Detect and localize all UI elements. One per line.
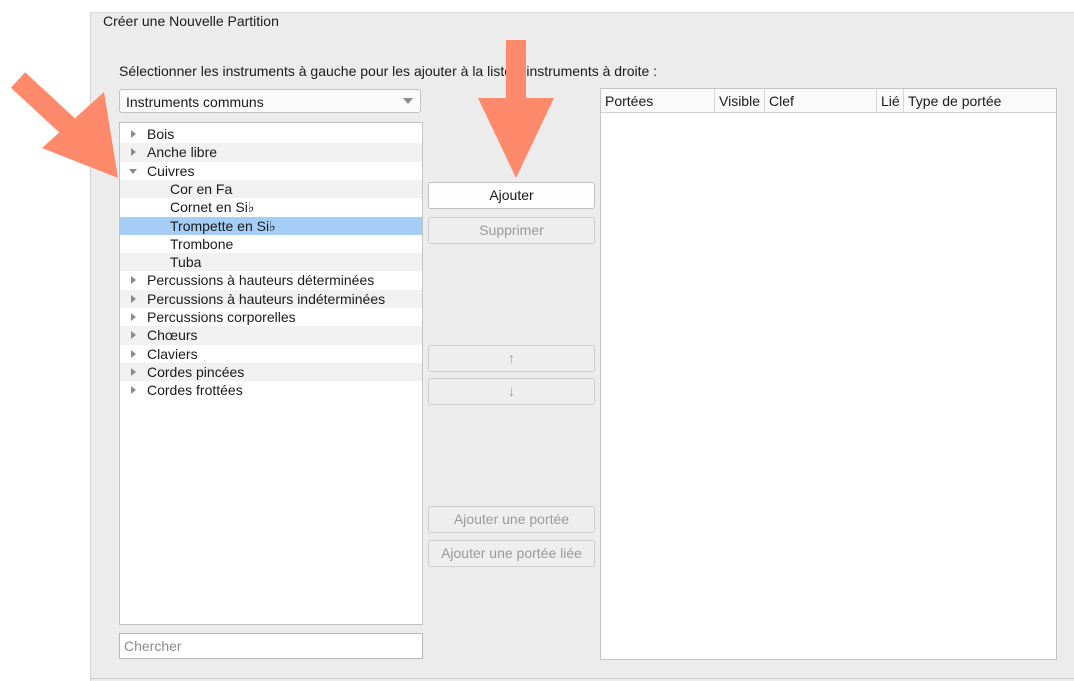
annotation-arrow-diagonal [10,72,118,178]
annotation-arrow-down [478,40,554,178]
annotation-arrows [10,40,554,178]
